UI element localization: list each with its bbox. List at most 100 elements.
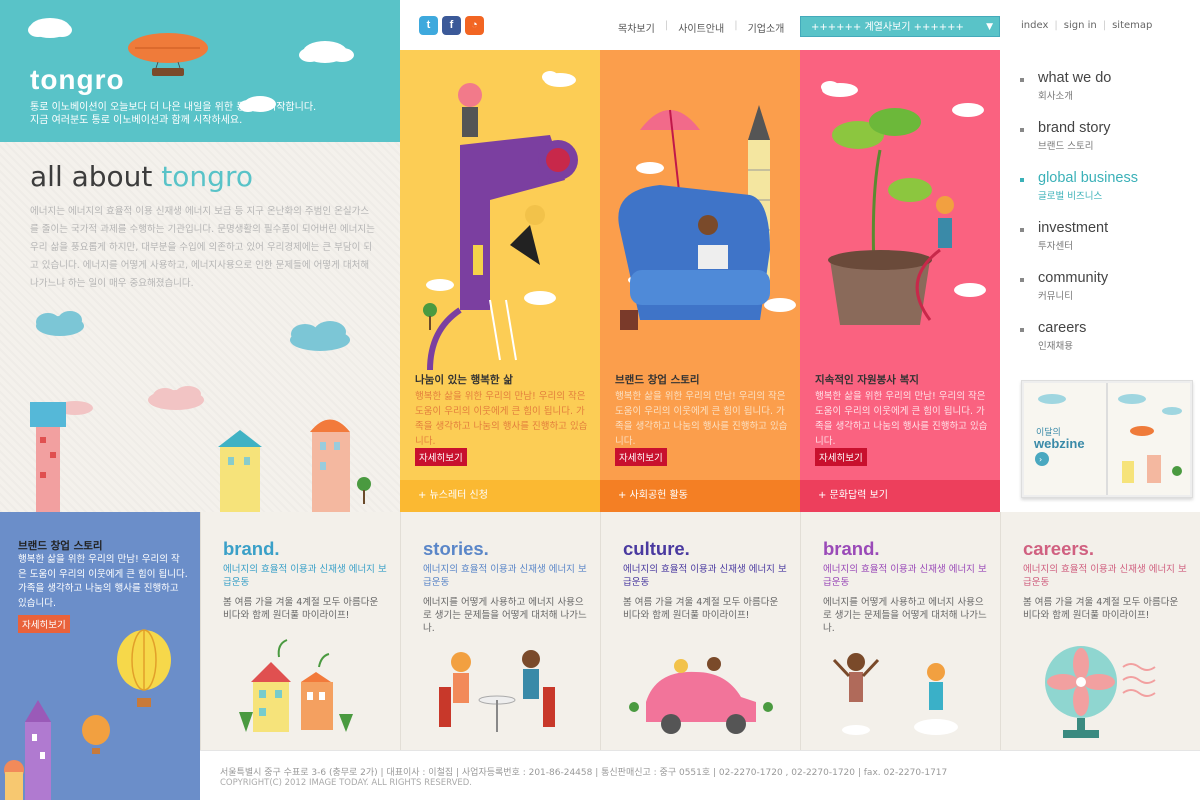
nav-item-what-we-do[interactable]: what we do 회사소개	[1020, 70, 1190, 120]
chevron-down-icon: ▼	[986, 22, 993, 32]
card-title: culture.	[623, 538, 690, 559]
nav-item-label: community	[1038, 270, 1109, 286]
feature-desc: 행복한 삶을 위한 우리의 만남! 우리의 작은 도움이 우리의 이웃에게 큰 …	[415, 391, 588, 447]
nav-item-careers[interactable]: careers 인재채용	[1020, 320, 1190, 370]
facebook-icon[interactable]: f	[442, 16, 461, 35]
util-sign-in[interactable]: sign in	[1064, 20, 1097, 31]
brand-header: tongro 통로 이노베이션이 오늘보다 더 나은 내일을 위한 동행을 시작…	[0, 0, 400, 142]
nav-item-sublabel: 브랜드 스토리	[1038, 141, 1094, 152]
town-illustration	[30, 311, 371, 512]
culture-link[interactable]: + 문화답력 보기	[800, 480, 1000, 512]
nav-item-label: brand story	[1038, 120, 1111, 136]
footer-info: 서울특별시 중구 수표로 3-6 (충무로 2가) | 대표이사 : 이철집 |…	[220, 768, 948, 778]
family-select-value: ++++++ 계열사보기 ++++++	[811, 22, 964, 33]
feature-desc: 행복한 삶을 위한 우리의 만남! 우리의 작은 도움이 우리의 이웃에게 큰 …	[815, 391, 988, 447]
newsletter-link[interactable]: + 뉴스레터 신청	[400, 480, 600, 512]
social-links: t f ◔	[419, 16, 484, 35]
panel-text: 행복한 삶을 위한 우리의 만남! 우리의 작은 도움이 우리의 이웃에게 큰 …	[18, 554, 188, 609]
nav-item-community[interactable]: community 커뮤니티	[1020, 270, 1190, 320]
brand-story-panel: 브랜드 창업 스토리 행복한 삶을 위한 우리의 만남! 우리의 작은 도움이 …	[0, 512, 200, 800]
rss-icon[interactable]: ◔	[465, 16, 484, 35]
more-button[interactable]: 자세히보기	[615, 448, 667, 466]
menu-site-guide[interactable]: 사이트안내	[678, 20, 724, 35]
slogan: 통로 이노베이션이 오늘보다 더 나은 내일을 위한 동행을 시작합니다. 지금…	[30, 101, 316, 127]
card-careers[interactable]: careers. 에너지의 효율적 이용과 신재생 에너지 보급운동 봄 여름 …	[1000, 512, 1200, 750]
cloud-icon	[57, 386, 204, 415]
svg-text:›: ›	[1039, 455, 1042, 464]
building-icon	[310, 419, 350, 512]
nav-item-label: global business	[1038, 170, 1138, 186]
houses-illustration	[239, 639, 353, 732]
more-button[interactable]: 자세히보기	[815, 448, 867, 466]
webzine-label: webzine	[1034, 436, 1085, 451]
nav-item-brand-story[interactable]: brand story 브랜드 스토리	[1020, 120, 1190, 170]
hairdryer-illustration	[423, 71, 578, 370]
about-text: 에너지는 에너지의 효율적 이용 신재생 에너지 보급 등 지구 온난화의 주범…	[30, 206, 375, 289]
card-title: stories.	[423, 538, 489, 559]
util-index[interactable]: index	[1021, 20, 1048, 31]
nav-item-sublabel: 커뮤니티	[1038, 291, 1073, 302]
menu-toc[interactable]: 목차보기	[618, 20, 655, 35]
card-title: brand.	[823, 538, 880, 559]
tower-icon	[30, 402, 66, 512]
card-title: careers.	[1023, 538, 1094, 559]
slogan-line: 통로 이노베이션이 오늘보다 더 나은 내일을 위한 동행을 시작합니다.	[30, 102, 317, 113]
card-desc: 봄 여름 가을 겨울 4계절 모두 아름다운 비다와 함께 원더풀 마이라이프!	[623, 597, 779, 621]
top-menu: 목차보기 | 사이트안내 | 기업소개	[618, 20, 784, 35]
menu-about-company[interactable]: 기업소개	[748, 20, 785, 35]
bullet-icon	[1020, 78, 1024, 82]
util-separator: |	[1054, 20, 1058, 31]
armchair-illustration	[618, 105, 796, 330]
util-separator: |	[1102, 20, 1107, 31]
feature-desc: 행복한 삶을 위한 우리의 만남! 우리의 작은 도움이 우리의 이웃에게 큰 …	[615, 391, 788, 447]
dancers-illustration	[832, 653, 958, 735]
webzine-banner[interactable]: › 이달의 webzine	[1021, 380, 1193, 498]
about-title: all about tongro	[30, 160, 253, 193]
card-stories[interactable]: stories. 에너지의 효율적 이용과 신재생 에너지 보급운동 에너지를 …	[400, 512, 600, 750]
bullet-icon	[1020, 328, 1024, 332]
card-culture[interactable]: culture. 에너지의 효율적 이용과 신재생 에너지 보급운동 봄 여름 …	[600, 512, 800, 750]
more-button[interactable]: 자세히보기	[415, 448, 467, 466]
family-site-select[interactable]: ++++++ 계열사보기 ++++++ ▼	[800, 16, 1000, 37]
side-navigation: what we do 회사소개 brand story 브랜드 스토리 global…	[1020, 70, 1190, 370]
nav-item-global-business[interactable]: global business 글로벌 비즈니스	[1020, 170, 1190, 220]
more-button[interactable]: 자세히보기	[18, 615, 70, 633]
card-subtitle: 에너지의 효율적 이용과 신재생 에너지 보급운동	[1023, 564, 1187, 588]
logo[interactable]: tongro	[30, 64, 125, 96]
nav-item-sublabel: 투자센터	[1038, 241, 1073, 252]
bullet-icon	[1020, 278, 1024, 282]
card-desc: 봄 여름 가을 겨울 4계절 모두 아름다운 비다와 함께 원더풀 마이라이프!	[1023, 597, 1179, 621]
nav-item-label: investment	[1038, 220, 1109, 236]
nav-item-sublabel: 회사소개	[1038, 91, 1073, 102]
util-sitemap[interactable]: sitemap	[1112, 20, 1152, 31]
menu-separator: |	[734, 20, 738, 31]
plant-illustration	[821, 81, 986, 325]
fan-illustration	[1045, 646, 1156, 738]
card-desc: 에너지를 어떻게 사용하고 에너지 사용으로 생기는 문제들을 어떻게 대처해 …	[823, 597, 987, 634]
castle-icon	[4, 700, 51, 800]
bullet-icon	[1020, 228, 1024, 232]
menu-separator: |	[664, 20, 669, 31]
building-icon	[218, 430, 262, 512]
blimp-icon	[128, 33, 208, 76]
car-illustration	[629, 657, 773, 734]
about-title-b: tongro	[161, 160, 253, 193]
card-subtitle: 에너지의 효율적 이용과 신재생 에너지 보급운동	[423, 564, 587, 588]
feature-panel-sharing: 나눔이 있는 행복한 삶 행복한 삶을 위한 우리의 만남! 우리의 작은 도움…	[400, 50, 600, 512]
nav-item-label: careers	[1038, 320, 1087, 336]
bullet-icon	[1020, 178, 1024, 182]
card-subtitle: 에너지의 효율적 이용과 신재생 에너지 보급운동	[223, 564, 387, 588]
bullet-icon	[1020, 128, 1024, 132]
twitter-icon[interactable]: t	[419, 16, 438, 35]
card-desc: 에너지를 어떻게 사용하고 에너지 사용으로 생기는 문제들을 어떻게 대처해 …	[423, 597, 587, 634]
card-desc: 봄 여름 가을 겨울 4계절 모두 아름다운 비다와 함께 원더풀 마이라이프!	[223, 597, 379, 621]
feature-title: 나눔이 있는 행복한 삶	[415, 374, 513, 386]
cafe-illustration	[439, 650, 555, 732]
nav-item-investment[interactable]: investment 투자센터	[1020, 220, 1190, 270]
cloud-icon	[36, 311, 350, 351]
card-brand[interactable]: brand. 에너지의 효율적 이용과 신재생 에너지 보급운동 봄 여름 가을…	[200, 512, 400, 750]
card-brand-2[interactable]: brand. 에너지의 효율적 이용과 신재생 에너지 보급운동 에너지를 어떻…	[800, 512, 1000, 750]
card-subtitle: 에너지의 효율적 이용과 신재생 에너지 보급운동	[623, 564, 787, 588]
social-contribution-link[interactable]: + 사회공헌 활동	[600, 480, 800, 512]
slogan-line: 지금 여러분도 통로 이노베이션과 함께 시작하세요.	[30, 115, 243, 126]
